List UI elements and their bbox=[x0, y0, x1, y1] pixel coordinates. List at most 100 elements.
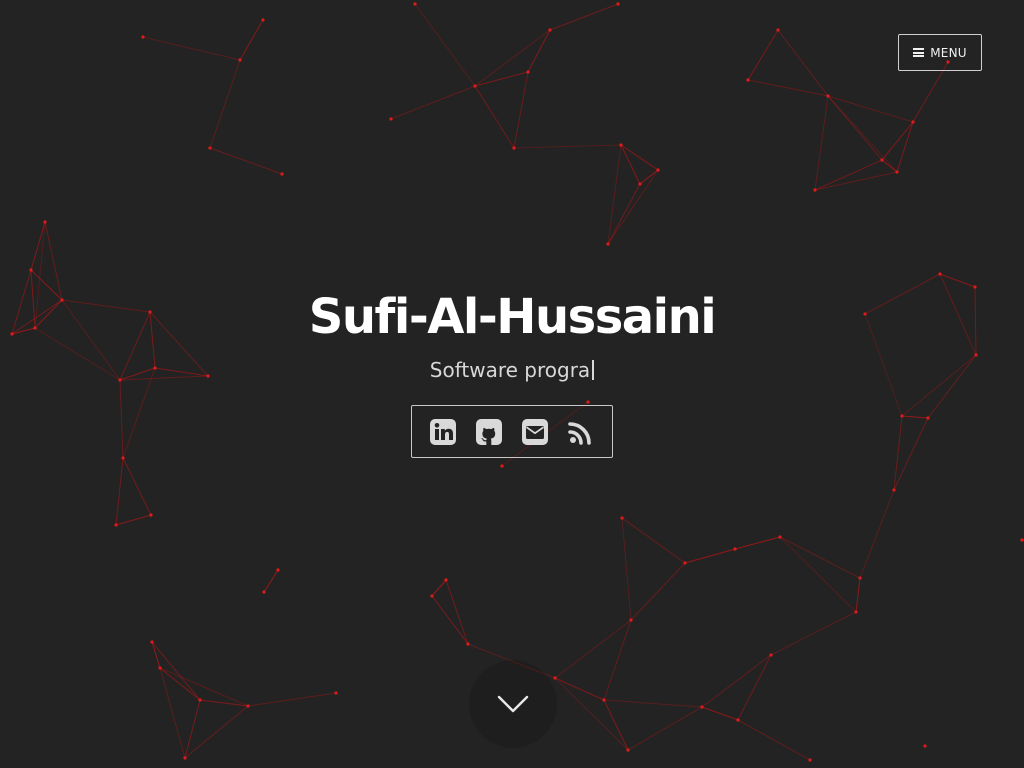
network-node bbox=[473, 84, 477, 88]
network-node bbox=[512, 146, 516, 150]
network-link bbox=[209, 59, 241, 149]
network-link bbox=[159, 667, 186, 759]
network-link bbox=[747, 79, 829, 97]
network-node bbox=[602, 698, 606, 702]
network-link bbox=[630, 562, 686, 621]
network-link bbox=[701, 706, 739, 721]
network-link bbox=[263, 569, 279, 593]
network-node bbox=[413, 2, 417, 6]
network-link bbox=[701, 654, 772, 708]
network-node bbox=[900, 414, 904, 418]
network-link bbox=[603, 619, 632, 701]
network-node bbox=[619, 143, 623, 147]
email-link[interactable] bbox=[521, 418, 549, 446]
linkedin-link[interactable] bbox=[429, 418, 457, 446]
network-node bbox=[261, 18, 265, 22]
github-link[interactable] bbox=[475, 418, 503, 446]
network-link bbox=[474, 85, 515, 149]
network-link bbox=[827, 95, 914, 123]
network-link bbox=[621, 517, 686, 564]
network-node bbox=[276, 568, 280, 572]
particle-network-background bbox=[10, 2, 1024, 762]
network-link bbox=[814, 159, 883, 191]
network-link bbox=[184, 699, 201, 759]
network-node bbox=[938, 272, 942, 276]
network-node bbox=[149, 513, 153, 517]
network-node bbox=[733, 547, 737, 551]
network-node bbox=[778, 535, 782, 539]
menu-button[interactable]: MENU bbox=[898, 34, 982, 71]
network-link bbox=[627, 706, 703, 751]
scroll-down-button[interactable] bbox=[469, 660, 557, 748]
network-node bbox=[813, 188, 817, 192]
network-link bbox=[603, 699, 703, 708]
network-link bbox=[115, 514, 152, 526]
typed-subtitle-text: Software progra bbox=[429, 358, 591, 382]
network-node bbox=[895, 170, 899, 174]
network-link bbox=[513, 71, 529, 149]
network-link bbox=[779, 536, 857, 613]
network-node bbox=[238, 58, 242, 62]
network-node bbox=[858, 576, 862, 580]
typing-cursor bbox=[592, 360, 595, 380]
network-link bbox=[607, 169, 659, 245]
social-links bbox=[411, 405, 613, 458]
network-link bbox=[554, 677, 629, 751]
network-link bbox=[814, 95, 829, 191]
network-node bbox=[150, 640, 154, 644]
network-node bbox=[29, 268, 33, 272]
network-node bbox=[548, 28, 552, 32]
network-node bbox=[700, 705, 704, 709]
network-link bbox=[474, 71, 529, 87]
network-link bbox=[159, 667, 201, 701]
network-link bbox=[431, 595, 469, 645]
network-link bbox=[737, 654, 772, 721]
network-link bbox=[209, 147, 283, 175]
hero-page: MENU Sufi-Al-Hussaini Software progra bbox=[0, 0, 1024, 768]
network-node bbox=[923, 744, 927, 748]
network-node bbox=[620, 516, 624, 520]
network-link bbox=[734, 536, 781, 550]
network-link bbox=[554, 677, 605, 701]
network-node bbox=[892, 488, 896, 492]
network-node bbox=[736, 718, 740, 722]
rss-icon bbox=[568, 421, 591, 445]
network-link bbox=[119, 379, 124, 459]
rss-link[interactable] bbox=[567, 418, 595, 446]
network-node bbox=[926, 416, 930, 420]
network-link bbox=[239, 19, 264, 61]
network-link bbox=[474, 29, 551, 87]
network-link bbox=[779, 536, 861, 579]
github-icon bbox=[476, 418, 502, 445]
network-node bbox=[246, 704, 250, 708]
network-link bbox=[621, 517, 632, 621]
network-link bbox=[814, 171, 898, 191]
network-link bbox=[445, 579, 469, 645]
network-node bbox=[683, 561, 687, 565]
network-node bbox=[262, 590, 266, 594]
network-node bbox=[466, 642, 470, 646]
network-node bbox=[616, 2, 620, 6]
network-node bbox=[854, 610, 858, 614]
network-link bbox=[115, 457, 124, 526]
hero-section: Sufi-Al-Hussaini Software progra bbox=[0, 286, 1024, 384]
network-link bbox=[151, 641, 161, 669]
network-node bbox=[629, 618, 633, 622]
email-icon bbox=[522, 418, 548, 445]
network-link bbox=[770, 611, 857, 656]
network-node bbox=[280, 172, 284, 176]
network-node bbox=[880, 158, 884, 162]
network-node bbox=[553, 676, 557, 680]
network-link bbox=[554, 619, 632, 679]
network-link bbox=[896, 121, 914, 173]
network-node bbox=[638, 182, 642, 186]
linkedin-icon bbox=[430, 418, 456, 445]
network-node bbox=[776, 28, 780, 32]
network-node bbox=[526, 70, 530, 74]
chevron-down-icon bbox=[497, 695, 529, 713]
network-node bbox=[769, 653, 773, 657]
network-node bbox=[334, 691, 338, 695]
network-node bbox=[606, 242, 610, 246]
network-node bbox=[1020, 538, 1024, 542]
network-node bbox=[444, 578, 448, 582]
